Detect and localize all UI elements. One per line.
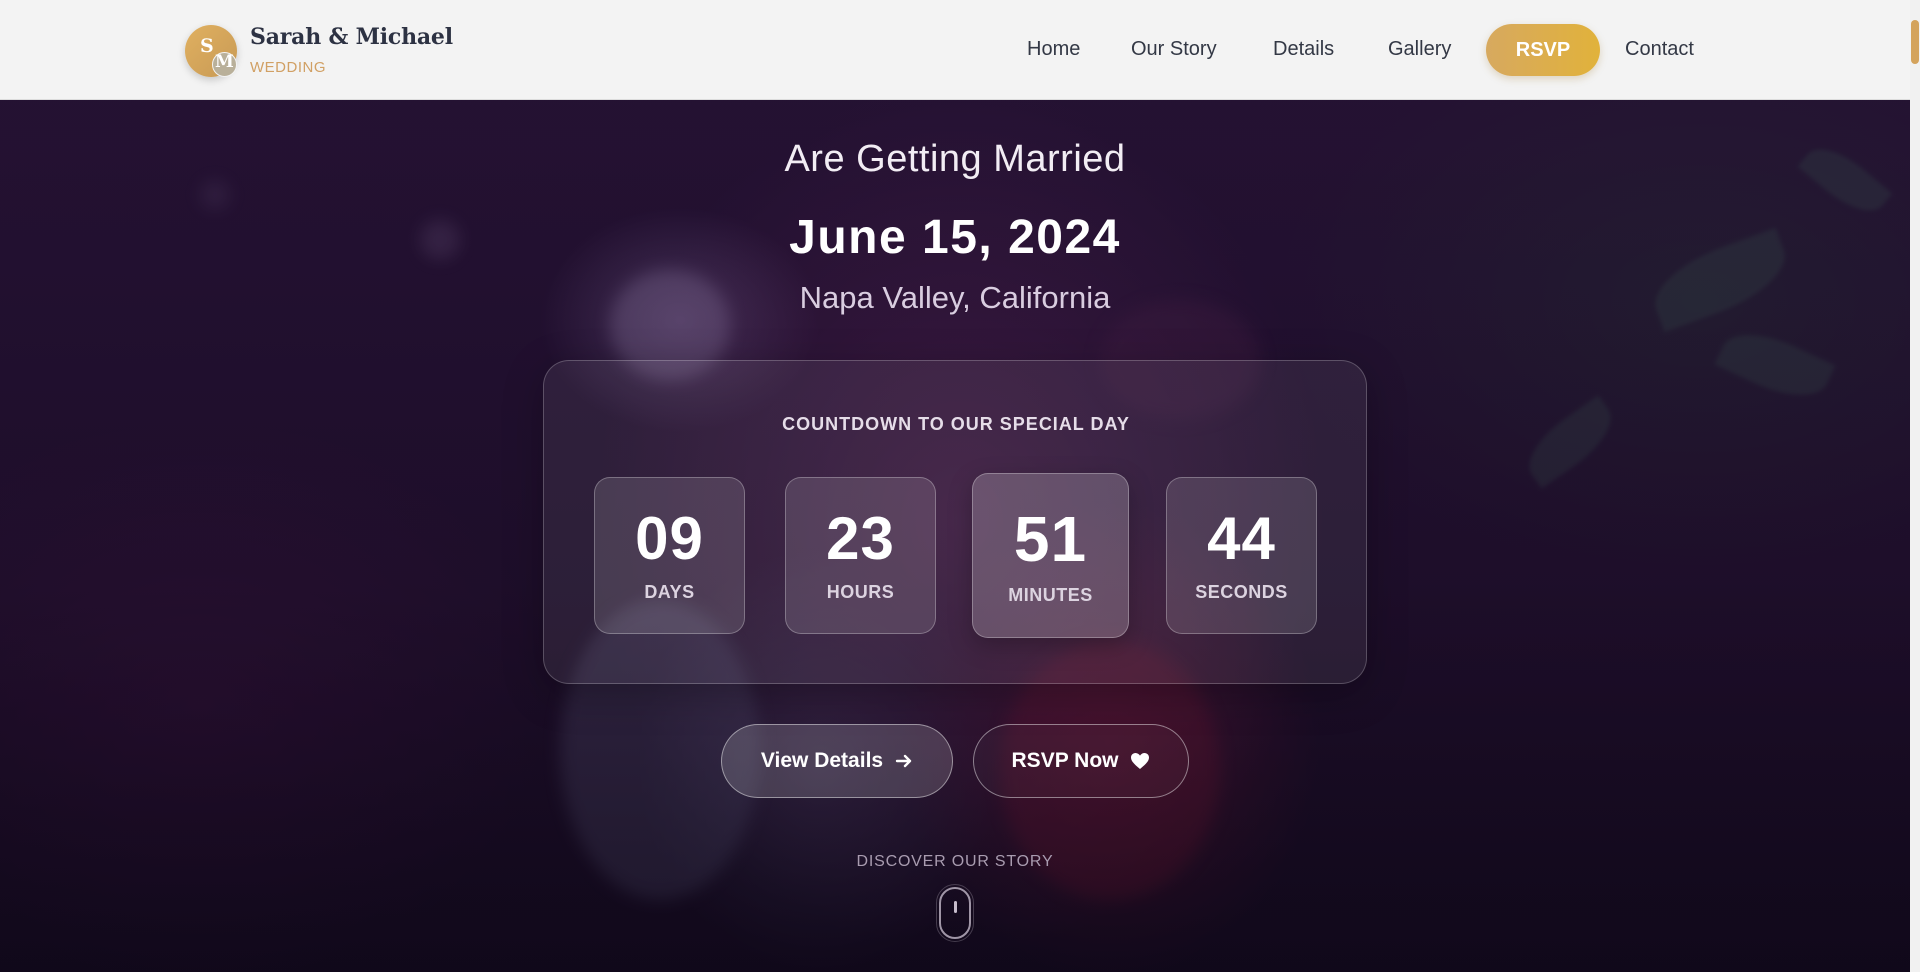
countdown-value: 23 xyxy=(826,505,895,572)
rsvp-now-button[interactable]: RSVP Now xyxy=(973,724,1189,798)
countdown-days: 09 DAYS xyxy=(594,477,745,634)
brand-name[interactable]: Sarah & Michael xyxy=(250,24,453,50)
arrow-right-icon xyxy=(895,754,912,768)
countdown-hours: 23 HOURS xyxy=(785,477,936,634)
wedding-date: June 15, 2024 xyxy=(789,211,1121,264)
view-details-button[interactable]: View Details xyxy=(721,724,953,798)
mouse-wheel xyxy=(954,901,957,913)
countdown-label: SECONDS xyxy=(1195,582,1288,602)
scrollbar-thumb[interactable] xyxy=(1911,20,1919,64)
countdown-title: COUNTDOWN TO OUR SPECIAL DAY xyxy=(782,414,1130,434)
logo-monogram[interactable]: S M xyxy=(185,25,237,77)
rsvp-now-label: RSVP Now xyxy=(1011,749,1119,772)
nav-gallery[interactable]: Gallery xyxy=(1388,38,1451,61)
mouse-scroll-icon[interactable] xyxy=(936,884,974,942)
discover-story-link[interactable]: DISCOVER OUR STORY xyxy=(0,853,1910,871)
nav-details[interactable]: Details xyxy=(1273,38,1334,61)
countdown-label: HOURS xyxy=(826,582,895,602)
nav-home[interactable]: Home xyxy=(1027,38,1080,61)
countdown-seconds: 44 SECONDS xyxy=(1166,477,1317,634)
site-header: S M Sarah & Michael WEDDING Home Our Sto… xyxy=(0,0,1910,100)
logo-initial-m: M xyxy=(215,52,234,72)
countdown-value: 51 xyxy=(1013,503,1088,575)
view-details-label: View Details xyxy=(760,749,884,772)
countdown-value: 44 xyxy=(1207,505,1276,572)
countdown-minutes: 51 MINUTES xyxy=(972,473,1129,638)
countdown-card: COUNTDOWN TO OUR SPECIAL DAY 09 DAYS 23 … xyxy=(543,360,1367,684)
page-scrollbar[interactable] xyxy=(1910,0,1920,972)
brand-tagline: WEDDING xyxy=(250,59,326,76)
countdown-label: DAYS xyxy=(644,582,695,602)
nav-rsvp-button[interactable]: RSVP xyxy=(1486,24,1600,76)
logo-initial-s: S xyxy=(200,35,214,57)
nav-contact[interactable]: Contact xyxy=(1625,38,1694,61)
wedding-location: Napa Valley, California xyxy=(799,280,1111,315)
nav-our-story[interactable]: Our Story xyxy=(1131,38,1217,61)
hero-subtitle: Are Getting Married xyxy=(784,138,1126,180)
countdown-value: 09 xyxy=(635,505,704,572)
countdown-label: MINUTES xyxy=(1008,585,1093,605)
heart-icon xyxy=(1131,753,1150,769)
